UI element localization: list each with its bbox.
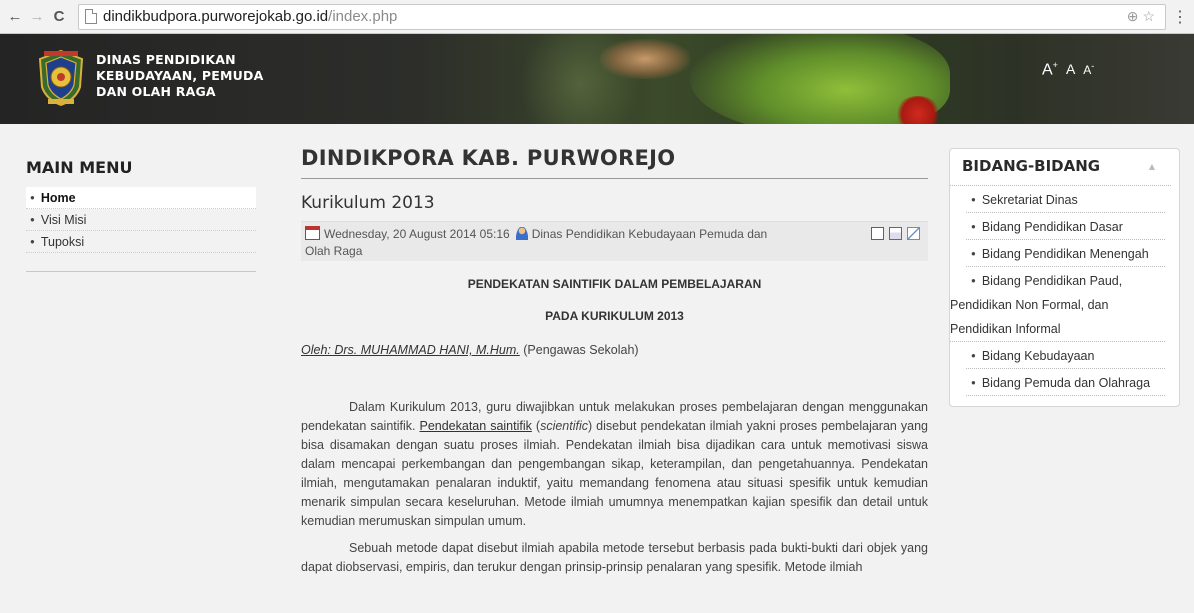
- forward-icon[interactable]: →: [28, 8, 46, 26]
- article-body: PENDEKATAN SAINTIFIK DALAM PEMBELAJARAN …: [301, 275, 928, 577]
- paragraph-2: Sebuah metode dapat disebut ilmiah apabi…: [301, 541, 928, 574]
- site-heading: DINDIKPORA KAB. PURWOREJO: [301, 146, 928, 179]
- address-bar[interactable]: dindikbudpora.purworejokab.go.id/index.p…: [78, 3, 1166, 30]
- bidang-item-pendidikan-dasar[interactable]: ● Bidang Pendidikan Dasar: [966, 213, 1165, 240]
- bidang-panel: BIDANG-BIDANG ▲ ● Sekretariat Dinas ● Bidan…: [949, 148, 1180, 407]
- bidang-item-kebudayaan[interactable]: ● Bidang Kebudayaan: [966, 342, 1165, 369]
- article-author: Dinas Pendidikan Kebudayaan Pemuda dan: [531, 227, 768, 241]
- article-author-cont: Olah Raga: [305, 244, 363, 258]
- menu-item-home[interactable]: ● Home: [26, 187, 256, 209]
- font-decrease-button[interactable]: A-: [1083, 61, 1094, 77]
- email-icon[interactable]: [907, 227, 920, 240]
- article-byline: Oleh: Drs. MUHAMMAD HANI, M.Hum. (Pengaw…: [301, 343, 639, 357]
- font-increase-button[interactable]: A+: [1042, 60, 1058, 79]
- bidang-item-sekretariat[interactable]: ● Sekretariat Dinas: [966, 186, 1165, 213]
- bookmark-star-icon[interactable]: ☆: [1142, 8, 1159, 24]
- main-menu: MAIN MENU ● Home ● Visi Misi ● Tupoksi: [26, 158, 256, 272]
- site-logo[interactable]: [36, 49, 86, 107]
- collapse-icon[interactable]: ▲: [1149, 162, 1155, 171]
- paragraph-1: Dalam Kurikulum 2013, guru diwajibkan un…: [301, 400, 928, 528]
- site-header: DINAS PENDIDIKAN KEBUDAYAAN, PEMUDA DAN …: [0, 34, 1194, 124]
- divider: [26, 271, 256, 272]
- site-title: DINAS PENDIDIKAN KEBUDAYAAN, PEMUDA DAN …: [96, 52, 264, 99]
- bidang-item-pemuda-olahraga[interactable]: ● Bidang Pemuda dan Olahraga: [966, 369, 1165, 396]
- menu-item-tupoksi[interactable]: ● Tupoksi: [26, 231, 256, 253]
- browser-toolbar: ← → C dindikbudpora.purworejokab.go.id/i…: [0, 0, 1194, 34]
- main-content: DINDIKPORA KAB. PURWOREJO Kurikulum 2013…: [301, 146, 928, 577]
- article-date: Wednesday, 20 August 2014 05:16: [324, 227, 510, 241]
- url-host: dindikbudpora.purworejokab.go.id: [103, 8, 329, 25]
- pdf-icon[interactable]: [871, 227, 884, 240]
- main-menu-heading: MAIN MENU: [26, 158, 133, 177]
- font-size-tools: A+ A A-: [1042, 60, 1094, 79]
- bidang-item-paud[interactable]: ● Bidang Pendidikan Paud, Pendidikan Non …: [950, 267, 1165, 342]
- zoom-icon[interactable]: ⊕: [1127, 8, 1143, 24]
- browser-menu-icon[interactable]: ⋮: [1172, 7, 1188, 27]
- page-icon: [85, 9, 97, 24]
- bidang-item-pendidikan-menengah[interactable]: ● Bidang Pendidikan Menengah: [966, 240, 1165, 267]
- user-icon: [515, 227, 528, 240]
- article-meta: Wednesday, 20 August 2014 05:16 Dinas Pen…: [301, 221, 928, 261]
- menu-item-visi-misi[interactable]: ● Visi Misi: [26, 209, 256, 231]
- bidang-heading: BIDANG-BIDANG: [962, 157, 1101, 175]
- article-heading-1: PENDEKATAN SAINTIFIK DALAM PEMBELAJARAN: [467, 277, 762, 291]
- calendar-icon: [305, 226, 320, 240]
- print-icon[interactable]: [889, 227, 902, 240]
- url-path: /index.php: [328, 8, 398, 25]
- font-reset-button[interactable]: A: [1066, 61, 1075, 77]
- back-icon[interactable]: ←: [6, 8, 24, 26]
- article-heading-2: PADA KURIKULUM 2013: [545, 309, 684, 323]
- pendekatan-saintifik-link[interactable]: Pendekatan saintifik: [419, 419, 531, 433]
- article-title[interactable]: Kurikulum 2013: [301, 193, 928, 213]
- author-link[interactable]: Oleh: Drs. MUHAMMAD HANI, M.Hum.: [301, 343, 520, 357]
- reload-icon[interactable]: C: [50, 8, 68, 26]
